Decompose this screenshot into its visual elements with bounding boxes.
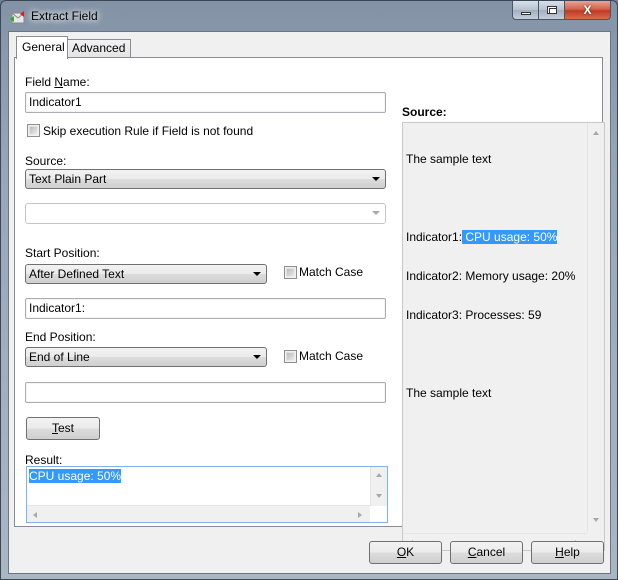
start-text-input[interactable]: Indicator1: <box>25 298 386 319</box>
ok-button[interactable]: OK <box>369 541 442 564</box>
extract-field-icon <box>10 11 25 24</box>
extract-field-dialog: Extract Field X General Advanced Field N… <box>0 0 618 580</box>
chevron-down-icon <box>253 272 261 276</box>
source-panel-title: Source: <box>402 105 447 119</box>
sub-source-dropdown[interactable] <box>25 203 386 224</box>
minimize-button[interactable] <box>512 1 539 20</box>
scroll-down-icon[interactable] <box>593 518 599 522</box>
field-name-label: Field Name: <box>25 75 90 89</box>
source-line-highlighted: Indicator1: CPU usage: 50% <box>406 230 558 244</box>
maximize-icon <box>546 6 557 14</box>
source-line: The sample text <box>406 152 492 166</box>
result-horizontal-scrollbar[interactable] <box>27 505 370 522</box>
result-textarea[interactable]: CPU usage: 50% <box>26 466 388 523</box>
scroll-right-icon[interactable] <box>358 512 362 518</box>
source-preview-box[interactable]: The sample text Indicator1: CPU usage: 5… <box>402 122 605 551</box>
source-line <box>406 192 575 205</box>
tab-general[interactable]: General <box>16 36 68 59</box>
source-line: The sample text <box>406 386 492 400</box>
scroll-up-icon[interactable] <box>593 131 599 135</box>
end-position-label: End Position: <box>25 330 96 344</box>
dialog-client-area: General Advanced Field Name: Indicator1 … <box>8 31 611 574</box>
close-button[interactable]: X <box>565 1 611 20</box>
end-match-case-label: Match Case <box>299 349 364 363</box>
tab-advanced[interactable]: Advanced <box>67 39 131 58</box>
source-line: Indicator3: Processes: 59 <box>406 308 542 322</box>
source-preview-text: The sample text Indicator1: CPU usage: 5… <box>406 127 575 426</box>
chevron-down-icon <box>253 355 261 359</box>
source-label: Source: <box>25 154 67 168</box>
scroll-up-icon[interactable] <box>376 473 382 477</box>
start-position-dropdown[interactable]: After Defined Text <box>25 264 267 284</box>
scroll-left-icon[interactable] <box>33 512 37 518</box>
result-vertical-scrollbar[interactable] <box>370 467 387 506</box>
result-value: CPU usage: 50% <box>29 469 122 483</box>
title-bar[interactable]: Extract Field X <box>1 1 617 31</box>
source-line: Indicator2: Memory usage: 20% <box>406 269 576 283</box>
chevron-down-icon <box>372 177 380 181</box>
start-match-case-label: Match Case <box>299 265 364 279</box>
help-button[interactable]: Help <box>531 541 604 564</box>
scroll-down-icon[interactable] <box>376 494 382 498</box>
result-label: Result: <box>25 453 63 467</box>
end-text-input[interactable] <box>25 382 386 403</box>
start-position-value: After Defined Text <box>29 267 125 281</box>
chevron-down-icon <box>372 211 380 215</box>
end-position-value: End of Line <box>29 350 90 364</box>
start-match-case-checkbox[interactable] <box>284 266 297 279</box>
window-title: Extract Field <box>31 9 98 23</box>
source-vertical-scrollbar[interactable] <box>587 123 604 533</box>
source-selection: CPU usage: 50% <box>462 230 558 244</box>
skip-execution-checkbox[interactable] <box>27 124 40 137</box>
maximize-button[interactable] <box>539 1 565 20</box>
source-dropdown[interactable]: Text Plain Part <box>25 169 386 189</box>
minimize-icon <box>520 11 531 15</box>
test-button[interactable]: Test <box>26 417 100 440</box>
cancel-button[interactable]: Cancel <box>450 541 523 564</box>
source-line <box>406 348 575 361</box>
end-position-dropdown[interactable]: End of Line <box>25 347 267 367</box>
end-match-case-checkbox[interactable] <box>284 350 297 363</box>
close-icon: X <box>583 3 592 17</box>
field-name-input[interactable]: Indicator1 <box>25 92 386 113</box>
start-position-label: Start Position: <box>25 246 100 260</box>
skip-execution-label: Skip execution Rule if Field is not foun… <box>43 124 254 138</box>
source-dropdown-value: Text Plain Part <box>29 172 107 186</box>
